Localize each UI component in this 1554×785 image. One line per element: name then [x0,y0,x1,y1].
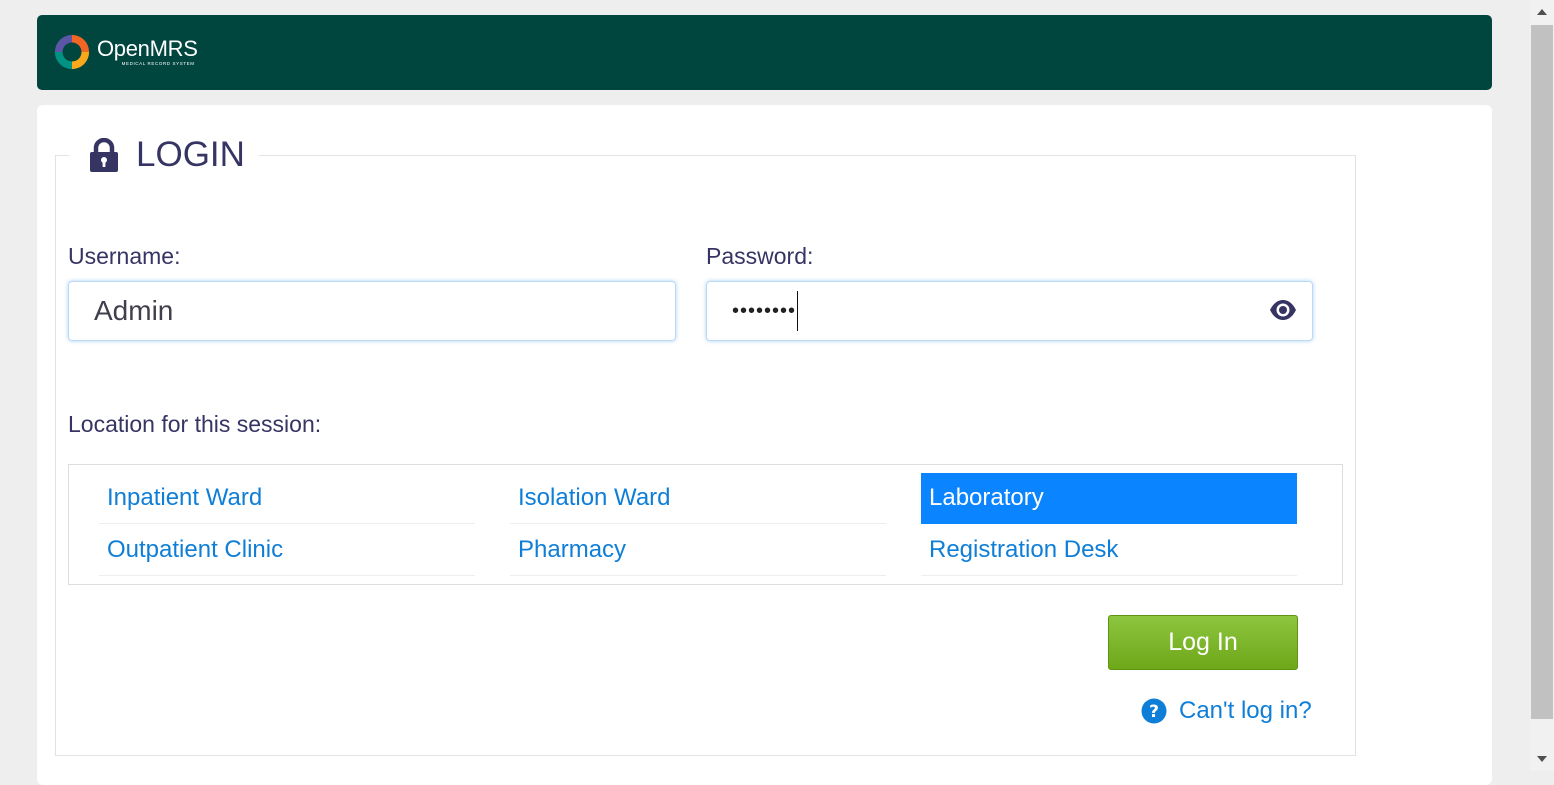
openmrs-logo[interactable]: OpenMRS MEDICAL RECORD SYSTEM [53,33,198,71]
show-password-eye-icon[interactable] [1269,298,1297,322]
password-value: •••••••• [732,299,797,322]
logo-text: OpenMRS MEDICAL RECORD SYSTEM [97,35,198,67]
location-label: Location for this session: [68,411,322,437]
username-label: Username: [68,243,181,269]
scroll-up-arrow-icon[interactable] [1537,9,1547,15]
lock-icon [90,138,118,172]
location-registration-desk[interactable]: Registration Desk [921,525,1297,576]
cant-login-text: Can't log in? [1179,697,1312,724]
login-fieldset: LOGIN Username: Admin Password: ••••••••… [55,135,1356,756]
location-isolation-ward[interactable]: Isolation Ward [510,473,886,524]
location-outpatient-clinic[interactable]: Outpatient Clinic [99,525,475,576]
username-value: Admin [94,295,174,326]
vertical-scrollbar[interactable] [1530,0,1554,771]
question-circle-icon: ? [1141,698,1167,724]
login-card: LOGIN Username: Admin Password: ••••••••… [37,105,1492,785]
cant-login-link[interactable]: ? Can't log in? [1141,697,1312,725]
login-legend: LOGIN [69,135,259,175]
location-inpatient-ward[interactable]: Inpatient Ward [99,473,475,524]
location-pharmacy[interactable]: Pharmacy [510,525,886,576]
login-title: LOGIN [136,135,245,174]
text-caret [797,291,799,331]
password-input[interactable]: •••••••• [706,281,1313,341]
openmrs-logo-icon [54,34,90,70]
brand-name: OpenMRS [97,35,198,61]
scrollbar-thumb[interactable] [1531,25,1553,719]
location-laboratory[interactable]: Laboratory [921,473,1297,524]
password-label: Password: [706,243,814,269]
username-input[interactable]: Admin [68,281,676,341]
location-list: Inpatient Ward Isolation Ward Laboratory… [68,464,1343,585]
svg-text:?: ? [1149,702,1159,722]
scroll-down-arrow-icon[interactable] [1537,756,1547,762]
app-header: OpenMRS MEDICAL RECORD SYSTEM [37,15,1492,90]
brand-tagline: MEDICAL RECORD SYSTEM [121,60,195,66]
login-button[interactable]: Log In [1108,615,1298,670]
